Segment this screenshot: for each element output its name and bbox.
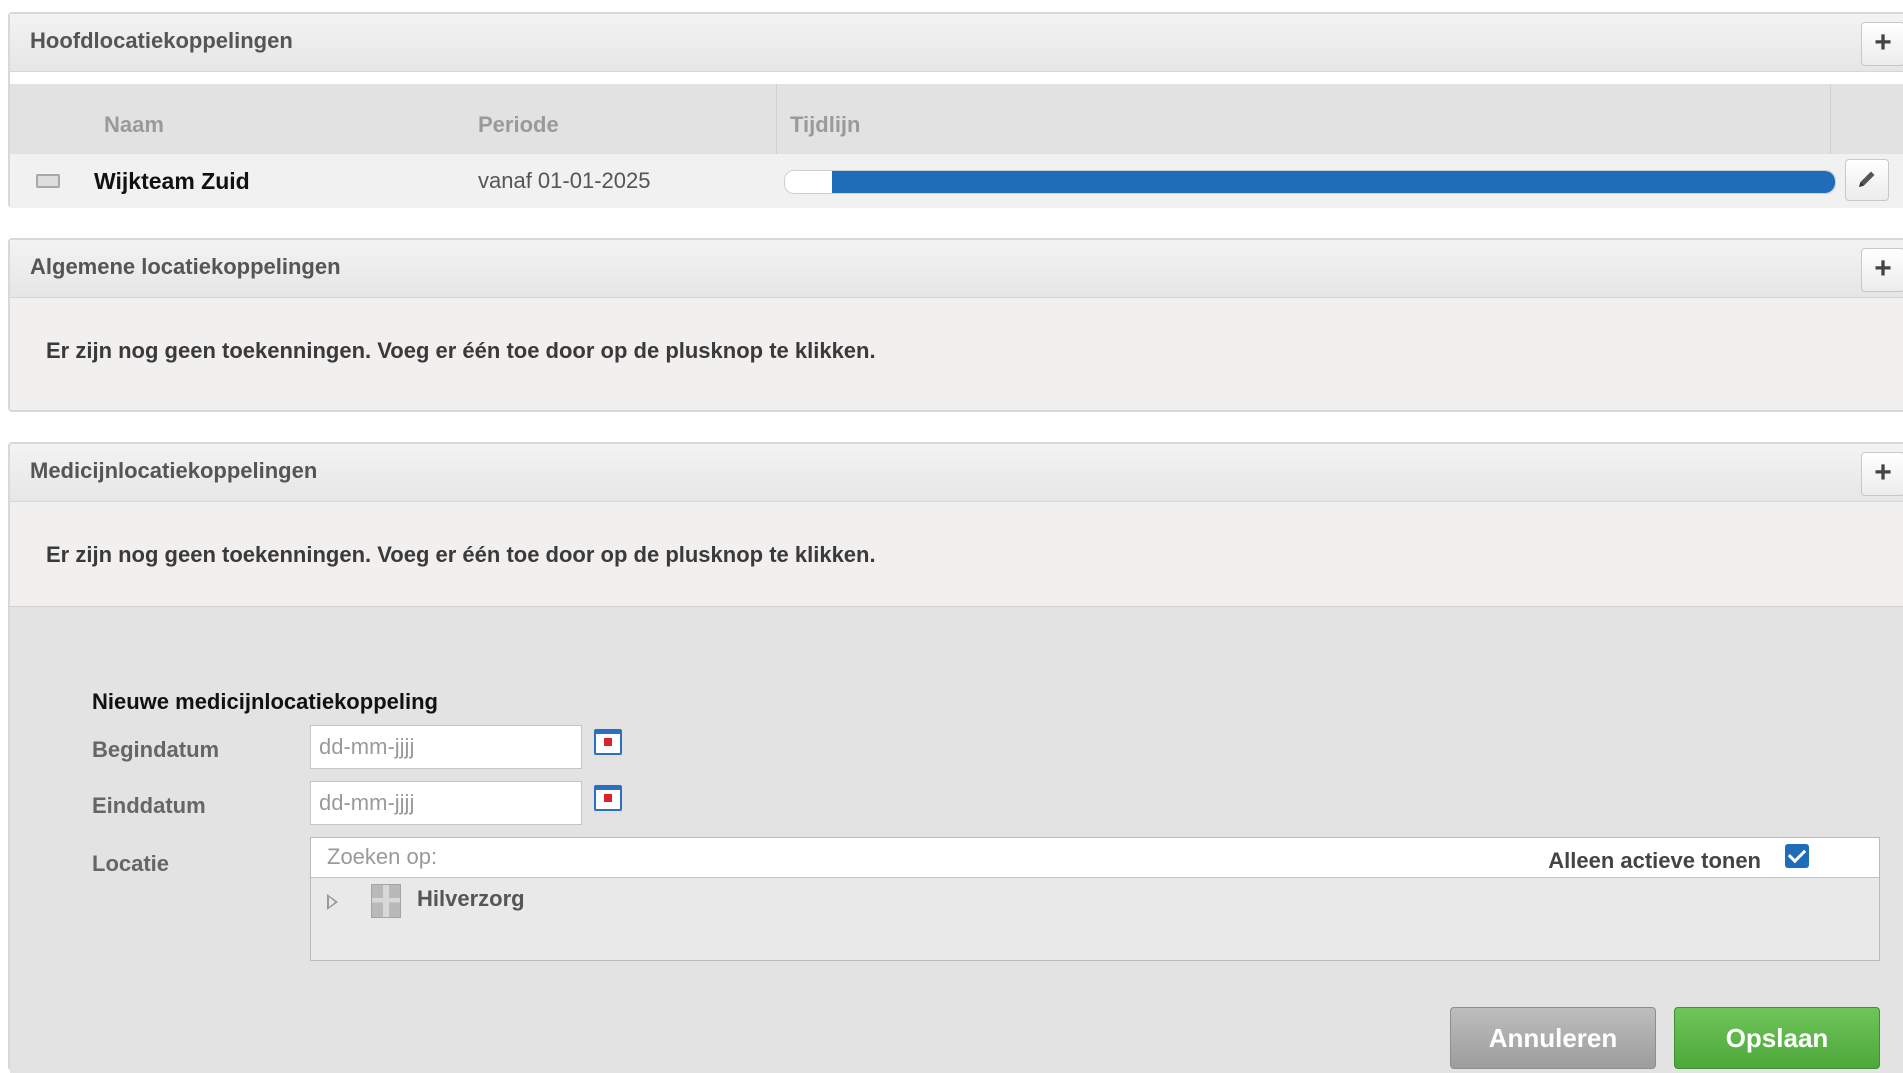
- end-date-label: Einddatum: [92, 793, 206, 818]
- start-date-label: Begindatum: [92, 737, 220, 762]
- main-location-title: Hoofdlocatiekoppelingen: [30, 28, 293, 53]
- column-header-timeline: Tijdlijn: [790, 112, 861, 137]
- main-location-header: Hoofdlocatiekoppelingen +: [10, 14, 1903, 72]
- medicine-empty-message: Er zijn nog geen toekenningen. Voeg er é…: [46, 542, 876, 567]
- main-location-panel: Hoofdlocatiekoppelingen + Naam Periode T…: [8, 12, 1903, 208]
- location-picker: Alleen actieve tonen Hilverzorg: [310, 837, 1880, 961]
- active-only-label: Alleen actieve tonen: [1548, 848, 1761, 873]
- active-only-checkbox[interactable]: [1785, 844, 1809, 868]
- tree-item-label[interactable]: Hilverzorg: [417, 886, 525, 912]
- edit-button[interactable]: [1845, 159, 1889, 201]
- general-location-panel: Algemene locatiekoppelingen + Er zijn no…: [8, 238, 1903, 412]
- row-period: vanaf 01-01-2025: [478, 168, 651, 193]
- medicine-location-title: Medicijnlocatiekoppelingen: [30, 458, 318, 483]
- row-name: Wijkteam Zuid: [94, 168, 250, 194]
- form-title: Nieuwe medicijnlocatiekoppeling: [92, 689, 438, 714]
- medicine-location-header: Medicijnlocatiekoppelingen +: [10, 444, 1903, 502]
- building-icon: [371, 884, 401, 918]
- cancel-button[interactable]: Annuleren: [1450, 1007, 1656, 1069]
- location-card-icon: [36, 174, 60, 188]
- add-general-location-button[interactable]: +: [1861, 248, 1903, 292]
- calendar-icon[interactable]: [594, 729, 622, 755]
- timeline-bar: [784, 170, 1836, 194]
- new-medicine-location-form: Nieuwe medicijnlocatiekoppeling Begindat…: [10, 606, 1903, 1073]
- pencil-icon: [1859, 171, 1875, 187]
- start-date-field[interactable]: [310, 725, 582, 769]
- location-search-input[interactable]: [311, 838, 1511, 876]
- table-header: Naam Periode Tijdlijn: [10, 84, 1903, 208]
- expand-triangle-icon[interactable]: [327, 894, 338, 910]
- general-location-header: Algemene locatiekoppelingen +: [10, 240, 1903, 298]
- general-location-title: Algemene locatiekoppelingen: [30, 254, 341, 279]
- table-row[interactable]: Wijkteam Zuid vanaf 01-01-2025: [10, 154, 1903, 208]
- location-search-bar: Alleen actieve tonen: [311, 838, 1879, 878]
- location-label: Locatie: [92, 851, 170, 876]
- general-empty-message: Er zijn nog geen toekenningen. Voeg er é…: [46, 338, 876, 363]
- save-button[interactable]: Opslaan: [1674, 1007, 1880, 1069]
- medicine-location-panel: Medicijnlocatiekoppelingen + Er zijn nog…: [8, 442, 1903, 1073]
- calendar-icon[interactable]: [594, 785, 622, 811]
- end-date-field[interactable]: [310, 781, 582, 825]
- column-header-period[interactable]: Periode: [478, 112, 559, 138]
- add-main-location-button[interactable]: +: [1861, 22, 1903, 66]
- add-medicine-location-button[interactable]: +: [1861, 452, 1903, 496]
- timeline-active-segment: [832, 171, 1835, 193]
- column-header-name[interactable]: Naam: [104, 112, 164, 138]
